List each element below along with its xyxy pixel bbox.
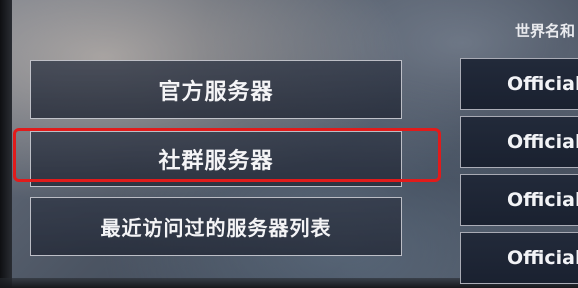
server-list-header: 世界名和 [460,10,578,50]
server-row[interactable]: Official [460,116,578,168]
server-row[interactable]: Official [460,58,578,110]
recent-servers-button[interactable]: 最近访问过的服务器列表 [30,197,402,256]
server-row[interactable]: Official [460,174,578,226]
official-servers-label: 官方服务器 [158,79,274,105]
recent-servers-label: 最近访问过的服务器列表 [100,216,332,240]
screen-bezel-left [0,0,12,288]
server-name: Official [507,131,578,153]
server-list-header-label: 世界名和 [515,21,576,40]
server-name: Official [507,189,578,211]
server-list-panel: 世界名和 Official Official Official Official… [460,0,578,288]
server-row[interactable]: Official J [460,232,578,284]
server-name: Official [507,73,578,95]
community-servers-label: 社群服务器 [158,149,274,174]
official-servers-button[interactable]: 官方服务器 [30,60,402,119]
community-servers-button[interactable]: 社群服务器 [30,131,402,187]
server-name: Official J [507,247,578,269]
